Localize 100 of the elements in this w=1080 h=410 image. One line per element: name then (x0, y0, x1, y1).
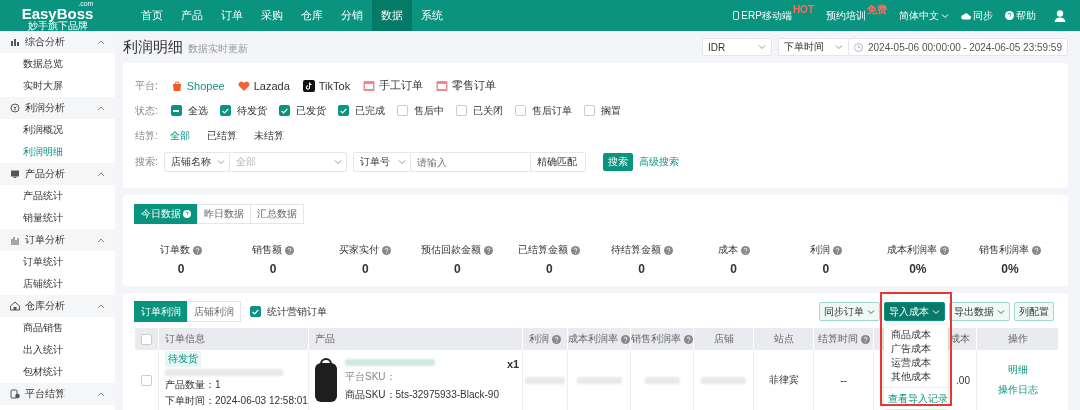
import-history-link[interactable]: 查看导入记录 (884, 387, 948, 406)
checkbox[interactable] (219, 105, 231, 116)
nav-tab[interactable]: 首页 (132, 0, 172, 31)
sidebar-group[interactable]: 利润分析 (0, 97, 115, 119)
column-header: 订单信息 (158, 328, 308, 350)
logo-text[interactable]: EasyBoss (21, 7, 94, 21)
sidebar-item[interactable]: 数据总览 (0, 53, 115, 75)
profit-tab[interactable]: 订单利润 (134, 301, 188, 322)
sidebar-group[interactable]: 产品分析 (0, 163, 115, 185)
data-tab[interactable]: 昨日数据 (197, 204, 251, 224)
sidebar-item[interactable]: 利润明细 (0, 141, 115, 163)
sidebar-group[interactable]: 平台结算 (0, 383, 115, 405)
platform-option[interactable]: 零售订单 (436, 78, 497, 93)
sidebar-item[interactable]: 出入统计 (0, 339, 115, 361)
field-label: 结算: (135, 128, 158, 143)
checkbox[interactable] (141, 374, 152, 386)
data-tab[interactable]: 汇总数据 (250, 204, 304, 224)
date-range-field[interactable]: 2024-05-06 00:00:00 - 2024-06-05 23:59:59 (848, 38, 1068, 56)
help-button[interactable]: 帮助 (1005, 8, 1036, 23)
currency-select[interactable]: IDR (702, 38, 772, 56)
help-icon (285, 245, 295, 255)
sidebar-group[interactable]: 综合分析 (0, 31, 115, 53)
advanced-search-link[interactable]: 高级搜索 (638, 155, 679, 169)
order-number-input[interactable]: 请输入 (409, 152, 531, 172)
match-mode-select[interactable]: 精确匹配 (529, 152, 586, 172)
platform-option[interactable]: 手工订单 (363, 78, 424, 93)
nav-tab[interactable]: 采购 (252, 0, 292, 31)
search-button[interactable]: 搜索 (602, 153, 633, 171)
checkbox-label: 售后中 (413, 103, 444, 118)
caret-icon (216, 159, 225, 165)
section-icon (10, 235, 20, 245)
data-tab[interactable]: 今日数据 (134, 204, 198, 224)
user-button[interactable] (1054, 9, 1066, 22)
section-icon (10, 169, 20, 179)
caret-icon (97, 303, 105, 309)
help-icon (663, 245, 673, 255)
menu-item[interactable]: 运营成本 (884, 356, 948, 370)
menu-item[interactable]: 其他成本 (884, 370, 948, 384)
nav-tab[interactable]: 分销 (332, 0, 372, 31)
store-name-select[interactable]: 店铺名称 (163, 152, 230, 172)
checkbox[interactable] (514, 105, 526, 116)
column-header: 结算时间 (813, 328, 873, 350)
sync-button[interactable]: 同步 (961, 8, 993, 23)
sidebar-item[interactable]: 实时大屏 (0, 75, 115, 97)
metric-label: 利润 (809, 243, 830, 257)
metric-value: 0 (822, 262, 830, 276)
settle-option[interactable]: 全部 (169, 128, 190, 143)
dropdown-button[interactable]: 导入成本 (884, 302, 945, 321)
nav-tab[interactable]: 订单 (212, 0, 252, 31)
sidebar-item[interactable]: 包材统计 (0, 361, 115, 383)
nav-tab[interactable]: 产品 (172, 0, 212, 31)
checkbox[interactable] (250, 306, 261, 317)
sidebar-item[interactable]: 店铺统计 (0, 273, 115, 295)
nav-tab[interactable]: 系统 (412, 0, 452, 31)
column-header: 利润 (522, 328, 567, 350)
platform-option[interactable]: TikTok (302, 79, 351, 92)
phone-icon (733, 11, 740, 20)
menu-item[interactable]: 商品成本 (884, 328, 948, 342)
checkbox[interactable] (278, 105, 290, 116)
metric-label: 销售额 (252, 243, 283, 257)
sidebar-group[interactable]: 订单分析 (0, 229, 115, 251)
time-type-select[interactable]: 下单时间 (778, 38, 848, 56)
nav-tab[interactable]: 数据 (372, 0, 412, 31)
dropdown-button[interactable]: 导出数据 (949, 302, 1010, 321)
sidebar-item[interactable]: 利润概况 (0, 119, 115, 141)
profit-tab[interactable]: 店铺利润 (187, 301, 241, 322)
platform-option[interactable]: Lazada (237, 79, 290, 92)
sidebar-item[interactable]: 订单统计 (0, 251, 115, 273)
sidebar-item[interactable]: 产品统计 (0, 185, 115, 207)
language-select[interactable]: 简体中文 (899, 8, 949, 23)
dropdown-button[interactable]: 同步订单 (819, 302, 880, 321)
row-action-link[interactable]: 操作日志 (997, 383, 1038, 397)
metric-label: 预估回款金额 (421, 243, 482, 257)
checkbox[interactable] (583, 105, 595, 116)
settle-option[interactable]: 未结算 (253, 128, 284, 143)
check-icon (339, 107, 347, 114)
training-link[interactable]: 预约培训 (826, 8, 866, 23)
field-label: 搜索: (135, 155, 158, 169)
column-settings-button[interactable]: 列配置 (1014, 302, 1054, 321)
checkbox[interactable] (396, 105, 408, 116)
settle-option[interactable]: 已结算 (206, 128, 237, 143)
metric-label: 待结算金额 (610, 243, 661, 257)
caret-icon (97, 237, 105, 243)
caret-icon (835, 44, 843, 50)
platform-icon (363, 79, 376, 92)
checkbox-label: 待发货 (236, 103, 267, 118)
sidebar-item[interactable]: 商品销售 (0, 317, 115, 339)
sidebar-group[interactable]: 仓库分析 (0, 295, 115, 317)
nav-tab[interactable]: 仓库 (292, 0, 332, 31)
caret-icon (758, 44, 766, 50)
checkbox[interactable] (455, 105, 467, 116)
mobile-app-link[interactable]: ERP移动端 (733, 8, 792, 23)
metric-label: 成本 (717, 243, 738, 257)
checkbox[interactable] (141, 333, 152, 345)
checkbox[interactable] (170, 105, 182, 116)
checkbox[interactable] (337, 105, 349, 116)
order-time: 下单时间：2024-06-03 12:58:01 (165, 394, 308, 408)
platform-option[interactable]: Shopee (170, 79, 225, 92)
sidebar-item[interactable]: 销量统计 (0, 207, 115, 229)
row-action-link[interactable]: 明细 (1007, 363, 1028, 377)
